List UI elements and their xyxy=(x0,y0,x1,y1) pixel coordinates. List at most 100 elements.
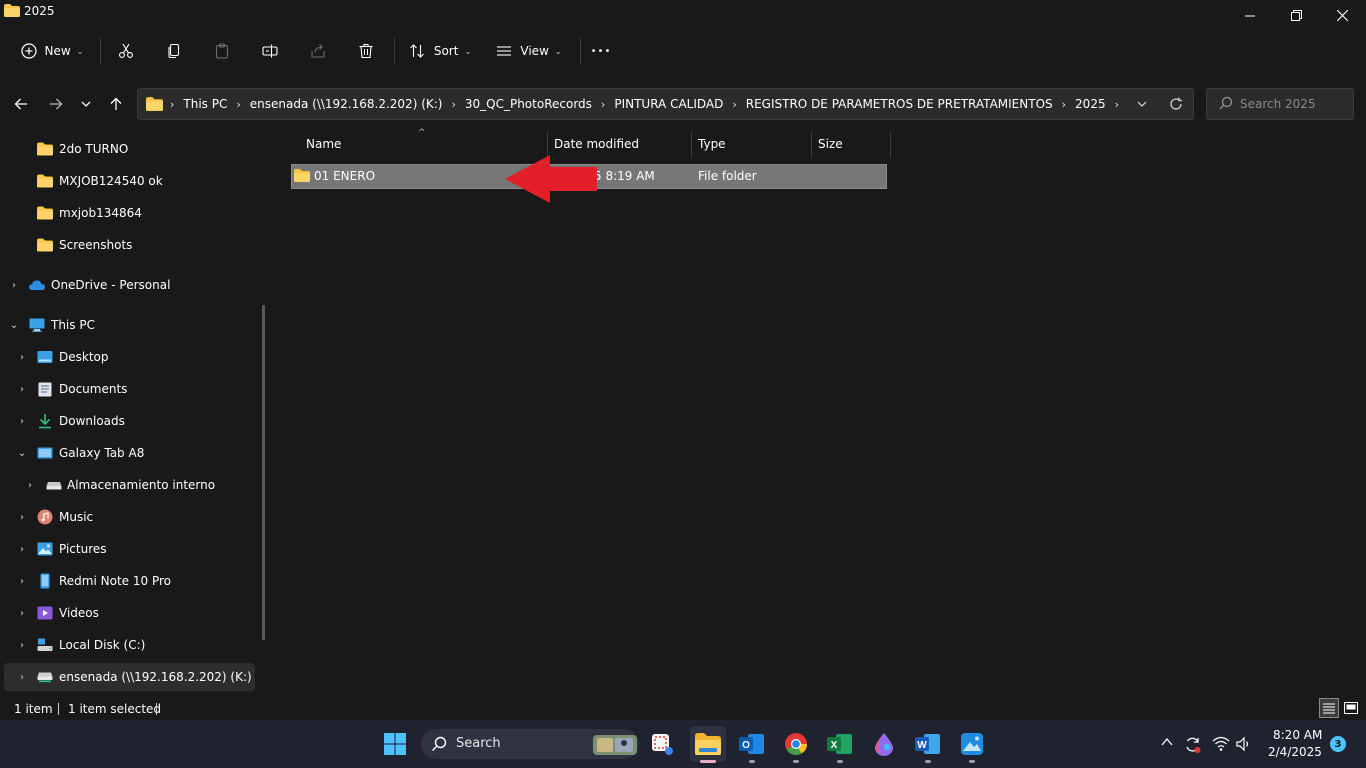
column-divider[interactable] xyxy=(890,132,891,158)
chevron-right-icon[interactable]: › xyxy=(8,280,20,291)
column-header-size[interactable]: Size xyxy=(818,137,843,153)
nav-item-mxjob124540[interactable]: MXJOB124540 ok xyxy=(0,167,255,195)
nav-item-screenshots[interactable]: Screenshots xyxy=(0,231,255,259)
column-header-name[interactable]: Name xyxy=(306,137,341,153)
nav-item-mxjob134864[interactable]: mxjob134864 xyxy=(0,199,255,227)
wifi-button[interactable] xyxy=(1212,736,1230,756)
column-header-type[interactable]: Type xyxy=(698,137,726,153)
nav-item-local-disk[interactable]: › Local Disk (C:) xyxy=(0,631,255,659)
chevron-right-icon[interactable]: › xyxy=(16,352,28,363)
nav-pane-scrollbar[interactable] xyxy=(262,305,265,640)
chevron-right-icon[interactable]: › xyxy=(24,480,36,491)
sort-button[interactable]: Sort ⌄ xyxy=(403,36,477,66)
chevron-right-icon[interactable]: › xyxy=(16,576,28,587)
nav-item-downloads[interactable]: › Downloads xyxy=(0,407,255,435)
copy-button[interactable] xyxy=(160,36,188,66)
show-hidden-icons-button[interactable] xyxy=(1160,736,1174,752)
breadcrumb-separator-icon[interactable]: › xyxy=(601,98,605,111)
sync-status-button[interactable] xyxy=(1184,736,1202,758)
breadcrumb-item[interactable]: ensenada (\\192.168.2.202) (K:) xyxy=(250,97,443,111)
breadcrumb-separator-icon[interactable]: › xyxy=(732,98,736,111)
rename-button[interactable] xyxy=(256,36,284,66)
breadcrumb-item[interactable]: This PC xyxy=(183,97,227,111)
details-view-button[interactable] xyxy=(1319,698,1339,718)
delete-button[interactable] xyxy=(352,36,380,66)
breadcrumb-separator-icon[interactable]: › xyxy=(1115,98,1119,111)
breadcrumb-item[interactable]: 30_QC_PhotoRecords xyxy=(465,97,592,111)
search-input[interactable] xyxy=(1240,94,1346,114)
nav-item-galaxy-tab[interactable]: ⌄ Galaxy Tab A8 xyxy=(0,439,255,467)
volume-button[interactable] xyxy=(1236,736,1252,756)
toolbar-divider xyxy=(580,38,581,64)
notification-badge[interactable]: 3 xyxy=(1330,736,1346,752)
status-divider xyxy=(58,703,59,715)
minimize-button[interactable] xyxy=(1227,0,1273,30)
taskbar-outlook[interactable]: O xyxy=(734,726,770,762)
column-divider[interactable] xyxy=(691,132,692,158)
chevron-right-icon[interactable]: › xyxy=(16,544,28,555)
nav-item-pictures[interactable]: › Pictures xyxy=(0,535,255,563)
refresh-button[interactable] xyxy=(1164,94,1188,114)
share-button[interactable] xyxy=(304,36,332,66)
download-icon xyxy=(39,414,51,429)
nav-item-documents[interactable]: › Documents xyxy=(0,375,255,403)
breadcrumb-item[interactable]: REGISTRO DE PARAMETROS DE PRETRATAMIENTO… xyxy=(746,97,1053,111)
taskbar-file-explorer[interactable] xyxy=(690,726,726,762)
folder-icon xyxy=(37,238,53,252)
cut-button[interactable] xyxy=(112,36,140,66)
nav-item-desktop[interactable]: › Desktop xyxy=(0,343,255,371)
taskbar-chrome[interactable] xyxy=(778,726,814,762)
forward-button[interactable] xyxy=(42,90,70,118)
nav-item-2do-turno[interactable]: 2do TURNO xyxy=(0,135,255,163)
nav-item-onedrive[interactable]: › OneDrive - Personal xyxy=(0,271,255,299)
recent-locations-button[interactable] xyxy=(72,90,100,118)
back-button[interactable] xyxy=(7,90,35,118)
file-explorer-icon xyxy=(695,733,721,755)
up-button[interactable] xyxy=(102,90,130,118)
clock-date[interactable]: 2/4/2025 xyxy=(1268,745,1322,759)
chevron-right-icon[interactable]: › xyxy=(16,384,28,395)
breadcrumb-item[interactable]: 2025 xyxy=(1075,97,1106,111)
chevron-right-icon[interactable]: › xyxy=(16,640,28,651)
tiles-view-button[interactable] xyxy=(1342,698,1360,718)
maximize-button[interactable] xyxy=(1273,0,1319,30)
column-header-date-modified[interactable]: Date modified xyxy=(554,137,639,153)
breadcrumb-separator-icon[interactable]: › xyxy=(1062,98,1066,111)
nav-item-videos[interactable]: › Videos xyxy=(0,599,255,627)
taskbar-excel[interactable]: X xyxy=(822,726,858,762)
breadcrumb-separator-icon[interactable]: › xyxy=(451,98,455,111)
nav-item-almacenamiento[interactable]: › Almacenamiento interno xyxy=(0,471,255,499)
new-button[interactable]: New ⌄ xyxy=(14,36,90,66)
file-name[interactable]: 01 ENERO xyxy=(314,169,375,183)
chevron-right-icon[interactable]: › xyxy=(16,512,28,523)
taskbar-paint[interactable] xyxy=(866,726,902,762)
taskbar-photos[interactable] xyxy=(954,726,990,762)
chevron-right-icon[interactable]: › xyxy=(16,672,28,683)
chevron-right-icon[interactable]: › xyxy=(16,608,28,619)
chevron-right-icon[interactable]: › xyxy=(16,416,28,427)
word-icon: W xyxy=(915,734,940,754)
start-button[interactable] xyxy=(377,726,413,762)
nav-item-music[interactable]: › Music xyxy=(0,503,255,531)
column-divider[interactable] xyxy=(811,132,812,158)
breadcrumb-item[interactable]: PINTURA CALIDAD xyxy=(614,97,723,111)
clock-time[interactable]: 8:20 AM xyxy=(1273,728,1322,742)
nav-item-redmi[interactable]: › Redmi Note 10 Pro xyxy=(0,567,255,595)
chevron-down-icon[interactable]: ⌄ xyxy=(8,320,20,331)
window-title: 2025 xyxy=(24,4,55,18)
taskbar-snipping-tool[interactable] xyxy=(644,726,680,762)
nav-item-label: Local Disk (C:) xyxy=(59,638,146,652)
breadcrumb-separator-icon[interactable]: › xyxy=(236,98,240,111)
view-button[interactable]: View ⌄ xyxy=(490,36,568,66)
address-history-button[interactable] xyxy=(1130,94,1154,114)
paste-button[interactable] xyxy=(208,36,236,66)
nav-item-this-pc[interactable]: ⌄ This PC xyxy=(0,311,255,339)
taskbar-word[interactable]: W xyxy=(910,726,946,762)
close-button[interactable] xyxy=(1319,0,1365,30)
nav-item-label: mxjob134864 xyxy=(59,206,142,220)
wifi-icon xyxy=(1212,736,1230,751)
more-options-button[interactable]: ••• xyxy=(586,36,616,66)
chevron-down-icon[interactable]: ⌄ xyxy=(16,448,28,459)
chevron-down-icon xyxy=(81,101,91,107)
nav-item-ensenada[interactable]: › ensenada (\\192.168.2.202) (K:) xyxy=(4,663,255,691)
